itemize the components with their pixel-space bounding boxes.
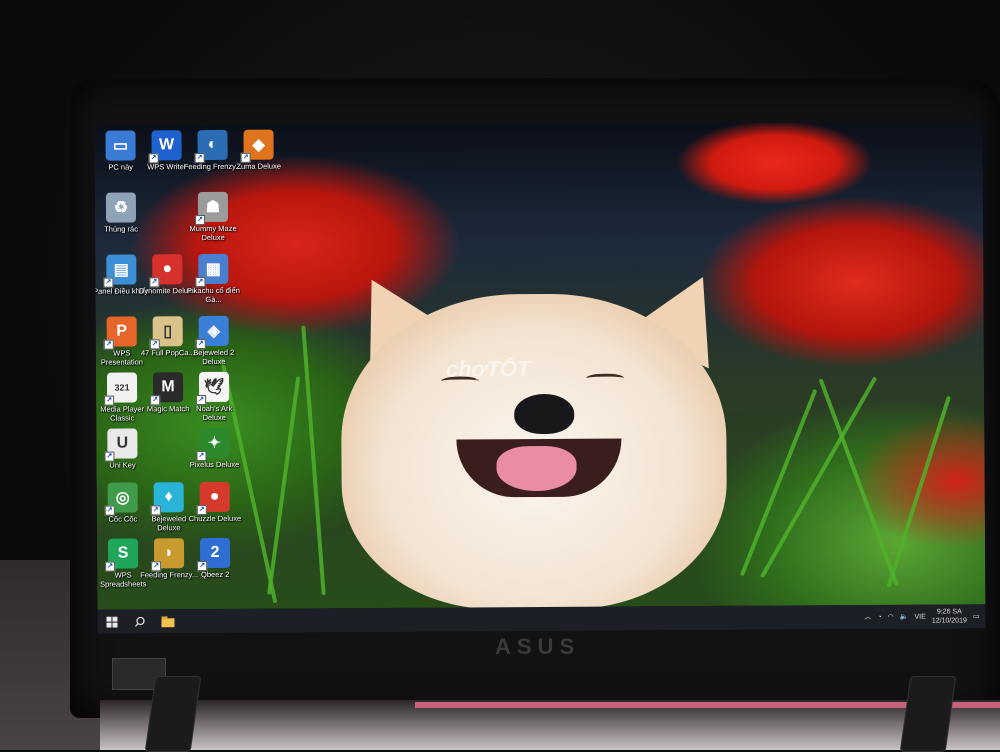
desktop-icon-label: Chuzzle Deluxe [188,513,242,524]
clock-time: 9:26 SA [936,608,962,616]
control-panel-icon: ▤ ↗ [103,254,137,288]
popcap-icon: ▯ ↗ [149,316,183,350]
shortcut-arrow-icon: ↗ [195,277,206,288]
dynomite-icon: ● ↗ [149,254,183,288]
shortcut-arrow-icon: ↗ [195,215,206,226]
shortcut-arrow-icon: ↗ [104,505,115,516]
pikachu-icon: ▦ ↗ [195,253,229,288]
shortcut-arrow-icon: ↗ [149,339,160,350]
shortcut-arrow-icon: ↗ [150,505,161,516]
shortcut-arrow-icon: ↗ [104,395,115,406]
desktop-icon[interactable]: ◆ ↗ Zuma Deluxe [228,129,288,171]
feeding-frenzy-2-icon: ◗ ↗ [151,538,185,572]
desktop-icon-label: Qbeez 2 [200,569,230,580]
desktop-icon-label: Thùng rác [104,224,139,234]
shortcut-arrow-icon: ↗ [240,152,251,163]
shortcut-arrow-icon: ↗ [104,451,115,462]
desktop-icon-label: Noah's Ark Deluxe [196,403,233,423]
network-icon[interactable]: ◔ [877,613,881,620]
chevron-up-icon[interactable]: ︿ [864,612,871,622]
desktop-icon[interactable]: ◈ ↗ Bejeweled 2 Deluxe [184,315,244,367]
shortcut-arrow-icon: ↗ [151,561,162,572]
desktop-icon-label: Pikachu cổ điển Gà... [186,285,240,305]
recycle-bin-icon: ♻ [105,192,137,223]
shortcut-arrow-icon: ↗ [197,561,208,572]
shortcut-arrow-icon: ↗ [196,505,207,516]
file-explorer-icon[interactable] [153,609,181,633]
desktop-screen: chợTỐT ▭ PC này W ↗ WPS Writer ◐ ↗ Feeding Fren… [94,121,986,634]
noahs-ark-icon: 🕊 ↗ [196,371,230,406]
wps-presentation-icon: P ↗ [103,316,137,350]
shortcut-arrow-icon: ↗ [150,395,161,406]
desktop-icon[interactable]: ☗ ↗ Mummy Maze Deluxe [183,191,243,243]
unikey-icon: U ↗ [104,428,138,462]
mummy-maze-icon: ☗ ↗ [195,191,229,226]
desktop-icon-label: Zuma Deluxe [236,161,282,171]
laptop-brand-logo: ASUS [495,634,581,659]
desktop-icon[interactable]: 🕊 ↗ Noah's Ark Deluxe [184,371,244,423]
desktop-icon[interactable]: ✦ ↗ Pixelus Deluxe [184,427,244,470]
shortcut-arrow-icon: ↗ [148,153,159,164]
desktop-icon-label: Bejeweled 2 Deluxe [193,347,235,367]
search-icon[interactable] [125,609,153,633]
desktop-icon[interactable]: U ↗ Uni Key [94,428,152,470]
coccoc-icon: ◎ ↗ [104,482,138,516]
dog-tongue [496,445,577,492]
desktop-icon[interactable]: ▦ ↗ Pikachu cổ điển Gà... [183,253,243,305]
media-player-icon: 321 ↗ [104,372,138,406]
watermark-text: chợTỐT [445,356,531,382]
system-tray: ︿ ◔ ◠ 🔈 VIE 9:26 SA 12/10/2019 ▭ [864,604,979,629]
computer-icon: ▭ [105,130,136,161]
shortcut-arrow-icon: ↗ [103,339,114,350]
grass-blade [886,395,951,588]
wps-writer-icon: W ↗ [148,130,182,164]
dog-nose [514,393,575,435]
desktop-icon-label: Mummy Maze Deluxe [189,223,237,243]
volume-icon[interactable]: 🔈 [900,613,909,621]
shortcut-arrow-icon: ↗ [149,277,160,288]
windows-start-icon[interactable] [97,610,125,634]
shortcut-arrow-icon: ↗ [105,561,116,572]
wifi-icon[interactable]: ◠ [888,613,894,621]
shortcut-arrow-icon: ↗ [196,395,207,406]
desktop-icon-label: Uni Key [109,460,136,470]
shortcut-arrow-icon: ↗ [195,339,206,350]
desktop-icon-label: Pixelus Deluxe [189,459,240,470]
shortcut-arrow-icon: ↗ [196,451,207,462]
feeding-frenzy-icon: ◐ ↗ [194,129,228,164]
language-indicator[interactable]: VIE [914,613,925,620]
pixelus-icon: ✦ ↗ [196,427,230,462]
notification-icon[interactable]: ▭ [973,612,980,620]
clock-date: 12/10/2019 [931,617,967,625]
clock[interactable]: 9:26 SA 12/10/2019 [932,607,967,625]
bejeweled-icon: ♦ ↗ [150,482,184,516]
grass-blade [301,325,326,596]
desktop-icon[interactable]: 2 ↗ Qbeez 2 [185,537,245,580]
shortcut-arrow-icon: ↗ [194,153,205,164]
grass-blade [267,376,301,595]
bejeweled-2-icon: ◈ ↗ [195,315,229,350]
chuzzle-icon: ● ↗ [196,481,230,516]
shortcut-arrow-icon: ↗ [103,277,114,288]
magic-match-icon: M ↗ [150,372,184,406]
desktop-icon[interactable]: ● ↗ Chuzzle Deluxe [185,481,245,524]
desktop-icon[interactable]: ♻ Thùng rác [94,192,151,234]
zuma-deluxe-icon: ◆ ↗ [240,129,274,163]
wps-spreadsheets-icon: S ↗ [105,538,139,572]
qbeez-icon: 2 ↗ [197,537,231,572]
